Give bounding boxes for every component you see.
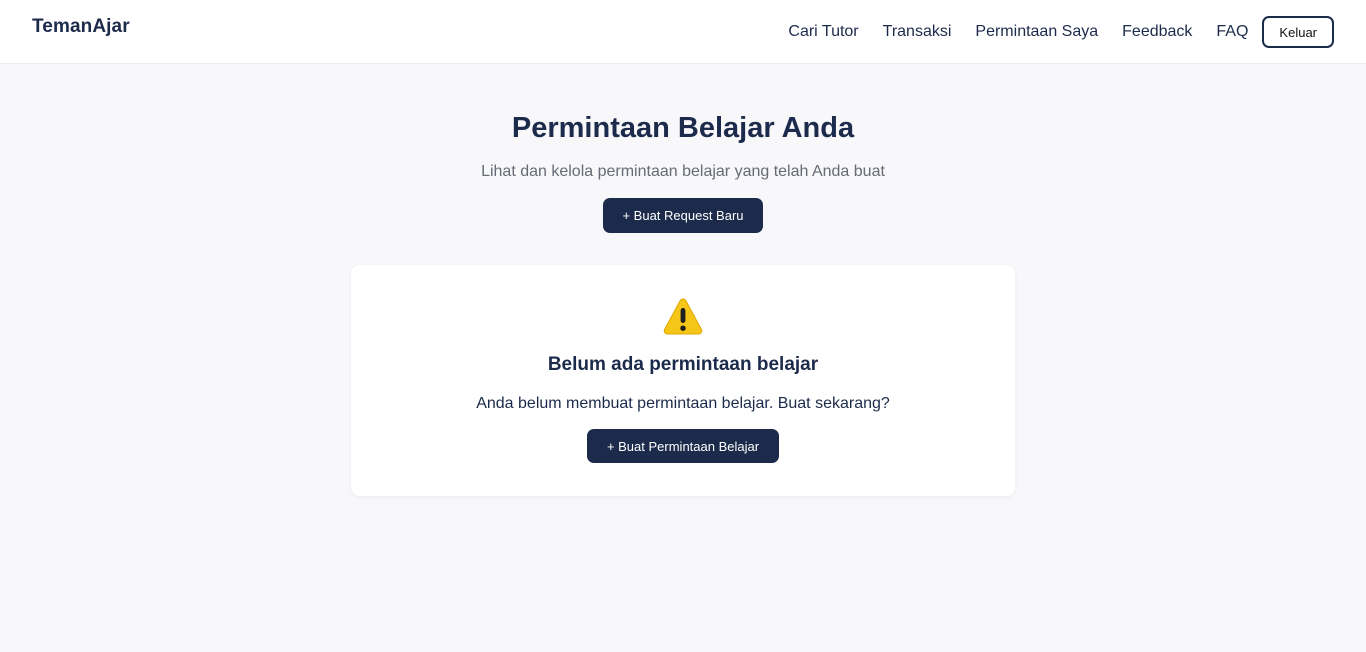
page-subtitle: Lihat dan kelola permintaan belajar yang… [481,163,885,180]
nav-link-permintaan-saya[interactable]: Permintaan Saya [975,23,1098,41]
empty-state-card: Belum ada permintaan belajar Anda belum … [351,265,1015,496]
empty-state-message: Anda belum membuat permintaan belajar. B… [476,395,890,412]
nav-link-feedback[interactable]: Feedback [1122,23,1192,41]
empty-state-title: Belum ada permintaan belajar [547,354,819,375]
brand-logo[interactable]: TemanAjar [32,16,130,38]
nav-link-faq[interactable]: FAQ [1216,23,1248,41]
nav-link-cari-tutor[interactable]: Cari Tutor [788,23,858,41]
nav-link-transaksi[interactable]: Transaksi [883,23,952,41]
warning-icon [663,297,703,335]
nav-links: Cari Tutor Transaksi Permintaan Saya Fee… [788,16,1334,48]
page-title: Permintaan Belajar Anda [511,112,855,144]
navbar: TemanAjar Cari Tutor Transaksi Permintaa… [0,0,1366,64]
create-learning-request-button[interactable]: + Buat Permintaan Belajar [587,429,779,463]
new-request-button[interactable]: + Buat Request Baru [603,198,763,233]
logout-button[interactable]: Keluar [1262,16,1334,48]
